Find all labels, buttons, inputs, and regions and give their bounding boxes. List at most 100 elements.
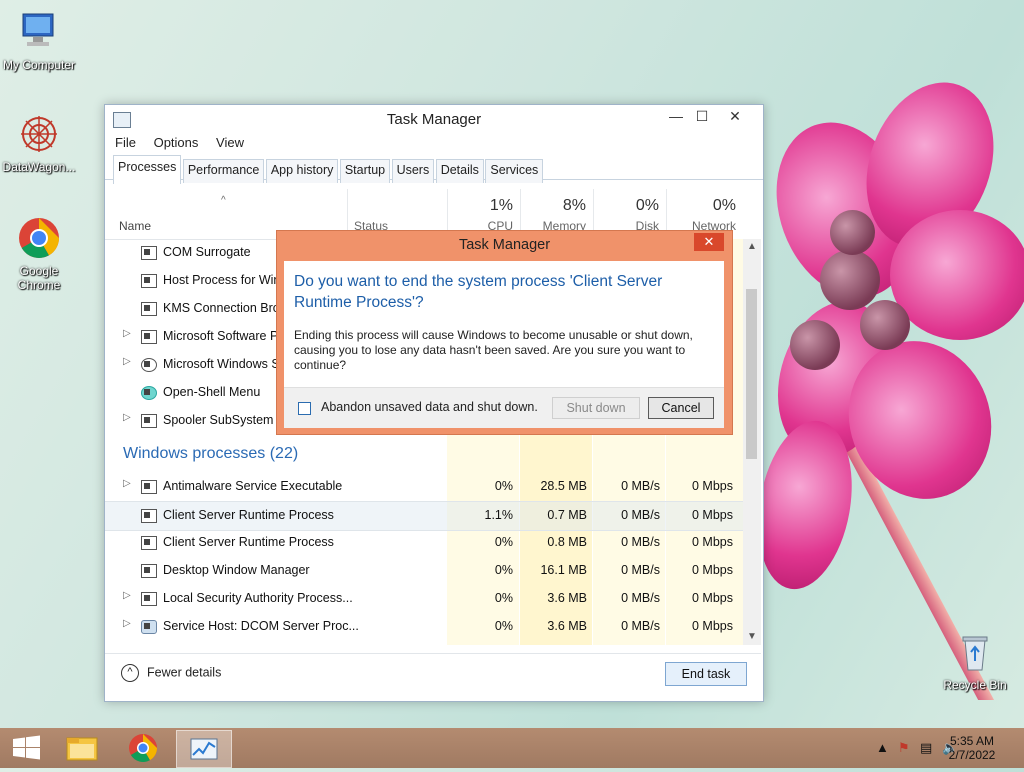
- taskbar-chrome[interactable]: [116, 730, 170, 766]
- wallpaper-flower: [760, 60, 1024, 700]
- process-row[interactable]: ▷ Service Host: DCOM Server Proc... 0% 3…: [105, 613, 743, 641]
- process-icon: [141, 564, 157, 578]
- tab-details[interactable]: Details: [435, 159, 484, 183]
- disk-value: 0 MB/s: [621, 479, 660, 493]
- end-task-button[interactable]: End task: [665, 662, 747, 686]
- user-process-icon: [141, 358, 157, 372]
- network-icon[interactable]: ▤: [920, 740, 932, 756]
- cpu-total: 1%: [489, 197, 513, 214]
- tab-startup[interactable]: Startup: [339, 159, 391, 183]
- vertical-scrollbar[interactable]: ▲ ▼: [743, 239, 761, 645]
- desktop-icon-my-computer[interactable]: My Computer: [0, 10, 78, 72]
- disk-value: 0 MB/s: [621, 535, 660, 549]
- disk-value: 0 MB/s: [621, 563, 660, 577]
- windows-logo-icon: [13, 735, 40, 760]
- expand-arrow-icon[interactable]: ▷: [123, 590, 131, 601]
- action-center-flag-icon[interactable]: ⚑: [898, 740, 910, 756]
- process-icon: [141, 330, 157, 344]
- abandon-data-checkbox[interactable]: [298, 402, 311, 415]
- menu-options[interactable]: Options: [154, 133, 199, 153]
- taskbar-file-explorer[interactable]: [56, 730, 110, 766]
- scroll-up-arrow-icon[interactable]: ▲: [747, 241, 757, 252]
- tab-app-history[interactable]: App history: [265, 159, 339, 183]
- process-icon: [141, 302, 157, 316]
- process-name: Service Host: DCOM Server Proc...: [163, 619, 359, 633]
- memory-value: 0.7 MB: [547, 508, 587, 522]
- memory-value: 3.6 MB: [547, 591, 587, 605]
- shell-menu-icon: [141, 386, 157, 400]
- disk-value: 0 MB/s: [621, 619, 660, 633]
- desktop-icon-label: My Computer: [2, 58, 76, 72]
- expand-arrow-icon[interactable]: ▷: [123, 412, 131, 423]
- fewer-details-button[interactable]: ^ Fewer details: [121, 664, 221, 682]
- desktop-icon-datawagon[interactable]: DataWagon...: [0, 112, 78, 174]
- process-row-selected[interactable]: Client Server Runtime Process 1.1% 0.7 M…: [105, 501, 743, 531]
- process-row[interactable]: Client Server Runtime Process 0% 0.8 MB …: [105, 529, 743, 557]
- desktop-icon-label: Recycle Bin: [943, 678, 1007, 692]
- dialog-description: Ending this process will cause Windows t…: [294, 328, 693, 372]
- scrollbar-thumb[interactable]: [746, 289, 757, 459]
- show-hidden-icons-icon[interactable]: ▲: [876, 740, 889, 755]
- process-icon: [141, 509, 157, 523]
- cpu-value: 1.1%: [484, 508, 514, 522]
- network-value: 0 Mbps: [692, 508, 733, 522]
- fewer-details-label: Fewer details: [147, 665, 222, 680]
- cpu-value: 0%: [494, 563, 513, 577]
- process-row[interactable]: ▷ Local Security Authority Process... 0%…: [105, 585, 743, 613]
- tab-performance[interactable]: Performance: [182, 159, 265, 183]
- column-name[interactable]: Name: [119, 219, 151, 233]
- dialog-footer: Abandon unsaved data and shut down. Shut…: [284, 387, 724, 428]
- process-name: Antimalware Service Executable: [163, 479, 343, 493]
- disk-value: 0 MB/s: [621, 591, 660, 605]
- group-header-windows-processes[interactable]: Windows processes (22): [123, 445, 298, 463]
- clock[interactable]: 5:35 AM 2/7/2022: [942, 734, 1002, 762]
- process-icon: [141, 592, 157, 606]
- expand-arrow-icon[interactable]: ▷: [123, 356, 131, 367]
- menu-view[interactable]: View: [216, 133, 244, 153]
- clock-date: 2/7/2022: [948, 748, 996, 762]
- memory-value: 0.8 MB: [547, 535, 587, 549]
- process-row[interactable]: Desktop Window Manager 0% 16.1 MB 0 MB/s…: [105, 557, 743, 585]
- process-name: COM Surrogate: [163, 245, 251, 259]
- process-icon: [141, 246, 157, 260]
- shut-down-button[interactable]: Shut down: [552, 397, 640, 419]
- printer-icon: [141, 414, 157, 428]
- footer-bar: ^ Fewer details End task: [105, 653, 761, 700]
- menu-file[interactable]: File: [115, 133, 136, 153]
- close-button[interactable]: ✕: [717, 105, 753, 127]
- cpu-value: 0%: [494, 619, 513, 633]
- cancel-button[interactable]: Cancel: [648, 397, 714, 419]
- start-button[interactable]: [0, 730, 54, 766]
- memory-value: 16.1 MB: [540, 563, 587, 577]
- datawagon-icon: [17, 112, 61, 156]
- gear-icon: [141, 620, 157, 634]
- sort-arrow-icon: ^: [221, 195, 226, 206]
- desktop-icon-label: Google Chrome: [17, 264, 61, 292]
- scroll-down-arrow-icon[interactable]: ▼: [747, 631, 757, 642]
- tab-processes[interactable]: Processes: [113, 155, 182, 184]
- network-total: 0%: [712, 197, 736, 214]
- maximize-button[interactable]: ☐: [687, 105, 717, 127]
- tab-users[interactable]: Users: [391, 159, 435, 183]
- dialog-body: Do you want to end the system process 'C…: [284, 261, 724, 428]
- tab-services[interactable]: Services: [485, 159, 544, 183]
- abandon-data-label[interactable]: Abandon unsaved data and shut down.: [321, 400, 538, 414]
- process-icon: [141, 536, 157, 550]
- process-name: Client Server Runtime Process: [163, 508, 334, 522]
- expand-arrow-icon[interactable]: ▷: [123, 328, 131, 339]
- process-name: Open-Shell Menu: [163, 385, 261, 399]
- expand-arrow-icon[interactable]: ▷: [123, 478, 131, 489]
- dialog-close-button[interactable]: ✕: [694, 233, 724, 251]
- title-bar[interactable]: Task Manager — ☐ ✕: [105, 105, 763, 133]
- expand-arrow-icon[interactable]: ▷: [123, 618, 131, 629]
- desktop-icon-google-chrome[interactable]: Google Chrome: [0, 216, 78, 292]
- network-value: 0 Mbps: [692, 591, 733, 605]
- taskbar-task-manager[interactable]: [176, 730, 232, 768]
- cpu-value: 0%: [494, 479, 513, 493]
- process-row[interactable]: ▷ Antimalware Service Executable 0% 28.5…: [105, 473, 743, 501]
- folder-icon: [66, 737, 98, 761]
- disk-total: 0%: [635, 197, 659, 214]
- desktop-icon-recycle-bin[interactable]: Recycle Bin: [936, 630, 1014, 692]
- process-icon: [141, 274, 157, 288]
- process-name: Desktop Window Manager: [163, 563, 310, 577]
